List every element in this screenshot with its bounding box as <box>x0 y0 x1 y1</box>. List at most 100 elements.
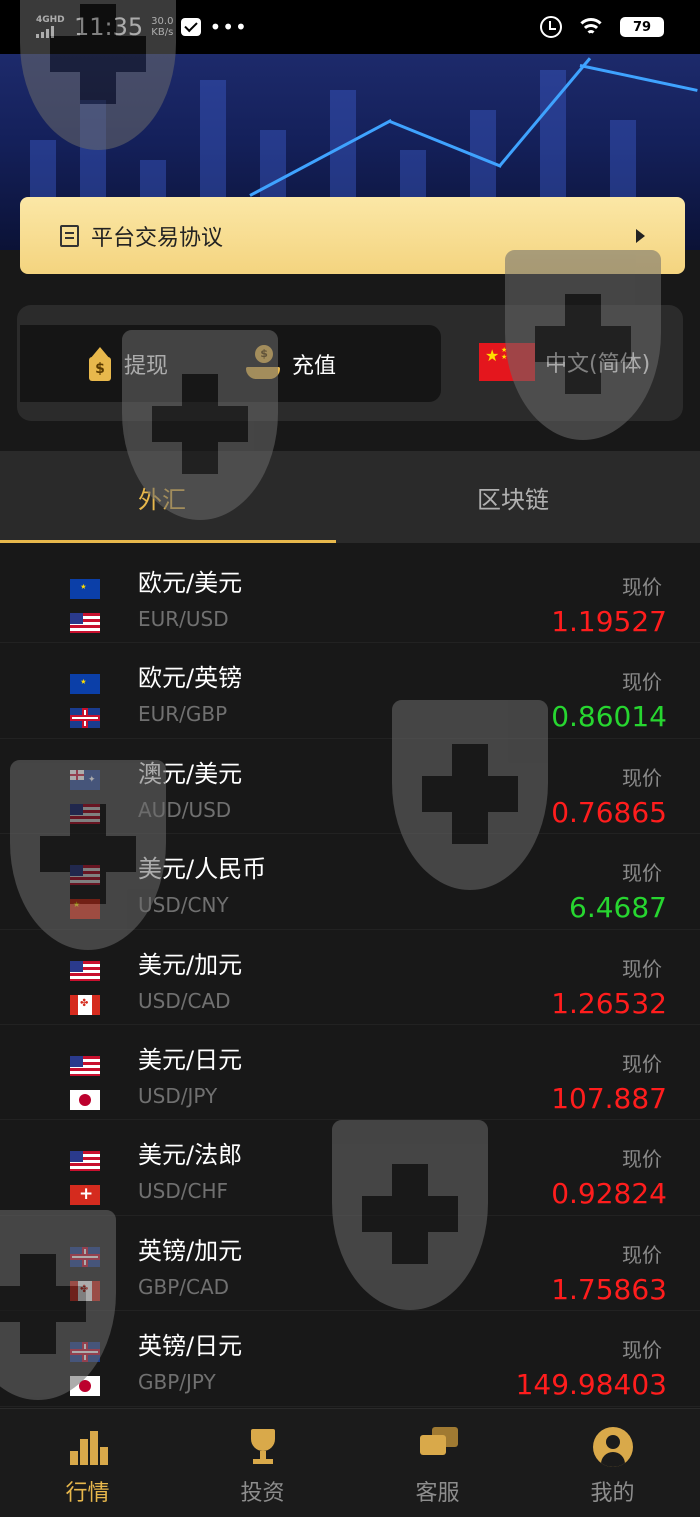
price-value: 6.4687 <box>569 891 667 925</box>
nav-profile-label: 我的 <box>590 1481 635 1506</box>
platform-agreement-bar[interactable]: 平台交易协议 <box>20 197 685 274</box>
arrow-right-icon <box>636 228 645 243</box>
pair-code: GBP/CAD <box>138 1274 230 1299</box>
clock: 11:35 <box>74 13 144 41</box>
pair-name: 英镑/加元 <box>138 1236 243 1265</box>
alarm-icon <box>540 16 562 38</box>
nav-market-label: 行情 <box>65 1481 110 1506</box>
price-label: 现价 <box>622 861 662 886</box>
pair-code: EUR/USD <box>138 607 229 631</box>
user-icon <box>592 1427 633 1467</box>
withdraw-icon: $ <box>86 346 114 381</box>
au-flag-icon <box>70 769 100 790</box>
pair-name: 美元/人民币 <box>138 855 267 884</box>
gb-flag-icon <box>70 1246 100 1267</box>
withdraw-label: 提现 <box>124 353 169 379</box>
price-value: 0.86014 <box>551 700 667 734</box>
list-item[interactable]: 美元/法郎 USD/CHF 现价 0.92824 <box>0 1120 700 1216</box>
us-flag-icon <box>70 1055 100 1076</box>
price-label: 现价 <box>622 670 662 695</box>
price-label: 现价 <box>622 575 662 599</box>
pair-name: 美元/加元 <box>138 950 243 979</box>
price-label: 现价 <box>622 1242 662 1267</box>
china-flag-icon <box>479 343 535 381</box>
us-flag-icon <box>70 613 100 633</box>
nav-profile[interactable]: 我的 <box>525 1409 700 1517</box>
status-bar: 4GHD 11:35 30.0 KB/s ••• 79 <box>0 0 700 54</box>
nav-invest-label: 投资 <box>240 1481 285 1506</box>
price-value: 107.887 <box>551 1081 667 1115</box>
ca-flag-icon <box>70 994 100 1015</box>
deposit-icon: $ <box>244 344 282 383</box>
language-label: 中文(简体) <box>545 352 651 377</box>
chart-icon <box>68 1427 108 1467</box>
pair-code: USD/JPY <box>138 1083 218 1108</box>
price-value: 0.92824 <box>551 1177 667 1211</box>
network-type: 4GHD <box>36 15 65 25</box>
pair-code: USD/CHF <box>138 1179 228 1204</box>
chat-icon <box>418 1427 458 1467</box>
price-label: 现价 <box>622 1338 662 1363</box>
pair-code: GBP/JPY <box>138 1370 216 1395</box>
price-value: 1.19527 <box>551 605 667 638</box>
quick-actions-panel: $ 提现 $ 充值 中文(简体) <box>17 305 683 421</box>
cn-flag-icon <box>70 899 100 920</box>
signal-icon: 4GHD <box>36 16 66 38</box>
withdraw-button[interactable]: $ 提现 <box>86 346 169 381</box>
deposit-label: 充值 <box>292 353 337 379</box>
document-icon <box>60 224 79 247</box>
price-value: 1.75863 <box>551 1272 667 1306</box>
trophy-icon <box>243 1427 283 1467</box>
gb-flag-icon <box>70 708 100 729</box>
gb-flag-icon <box>70 1342 100 1363</box>
message-icon <box>181 18 202 36</box>
nav-market[interactable]: 行情 <box>0 1409 175 1517</box>
tab-forex[interactable]: 外汇 <box>0 451 336 543</box>
price-label: 现价 <box>622 956 662 981</box>
pair-name: 欧元/英镑 <box>138 664 243 693</box>
us-flag-icon <box>70 865 100 886</box>
pair-code: USD/CAD <box>138 988 231 1013</box>
battery-icon: 79 <box>620 17 664 37</box>
pair-code: AUD/USD <box>138 797 232 822</box>
nav-invest[interactable]: 投资 <box>175 1409 350 1517</box>
wifi-icon <box>576 16 606 38</box>
us-flag-icon <box>70 1151 100 1172</box>
ca-flag-icon <box>70 1280 100 1301</box>
deposit-button[interactable]: $ 充值 <box>244 344 337 383</box>
language-selector[interactable]: 中文(简体) <box>479 343 650 381</box>
more-icon: ••• <box>209 15 248 39</box>
pair-name: 美元/法郎 <box>138 1141 243 1170</box>
platform-agreement-label: 平台交易协议 <box>91 225 224 251</box>
tab-blockchain[interactable]: 区块链 <box>336 451 700 543</box>
pair-name: 英镑/日元 <box>138 1332 243 1361</box>
list-item[interactable]: 英镑/加元 GBP/CAD 现价 1.75863 <box>0 1216 700 1312</box>
list-item[interactable]: 欧元/英镑 EUR/GBP 现价 0.86014 <box>0 643 700 739</box>
list-item[interactable]: 澳元/美元 AUD/USD 现价 0.76865 <box>0 739 700 835</box>
price-value: 1.26532 <box>551 986 667 1020</box>
nav-support[interactable]: 客服 <box>350 1409 525 1517</box>
price-value: 149.98403 <box>515 1368 667 1402</box>
list-item[interactable]: 美元/日元 USD/JPY 现价 107.887 <box>0 1025 700 1121</box>
price-label: 现价 <box>622 1147 662 1172</box>
jp-flag-icon <box>70 1376 100 1397</box>
list-item[interactable]: 英镑/日元 GBP/JPY 现价 149.98403 <box>0 1311 700 1407</box>
eu-flag-icon <box>70 674 100 695</box>
pair-name: 澳元/美元 <box>138 759 243 788</box>
pair-code: USD/CNY <box>138 893 229 918</box>
price-value: 0.76865 <box>551 795 667 829</box>
eu-flag-icon <box>70 579 100 599</box>
market-tabs: 外汇 区块链 <box>0 451 700 543</box>
ch-flag-icon <box>70 1185 100 1206</box>
pair-name: 欧元/美元 <box>138 569 243 597</box>
jp-flag-icon <box>70 1089 100 1110</box>
nav-support-label: 客服 <box>415 1481 460 1506</box>
currency-pair-list: 欧元/美元 EUR/USD 现价 1.19527 欧元/英镑 EUR/GBP 现… <box>0 548 700 1407</box>
bottom-navigation: 行情 投资 客服 我的 <box>0 1408 700 1517</box>
pair-code: EUR/GBP <box>138 702 228 727</box>
pair-name: 美元/日元 <box>138 1045 243 1074</box>
price-label: 现价 <box>622 1051 662 1076</box>
list-item[interactable]: 美元/加元 USD/CAD 现价 1.26532 <box>0 930 700 1025</box>
list-item[interactable]: 美元/人民币 USD/CNY 现价 6.4687 <box>0 834 700 930</box>
list-item[interactable]: 欧元/美元 EUR/USD 现价 1.19527 <box>0 548 700 644</box>
